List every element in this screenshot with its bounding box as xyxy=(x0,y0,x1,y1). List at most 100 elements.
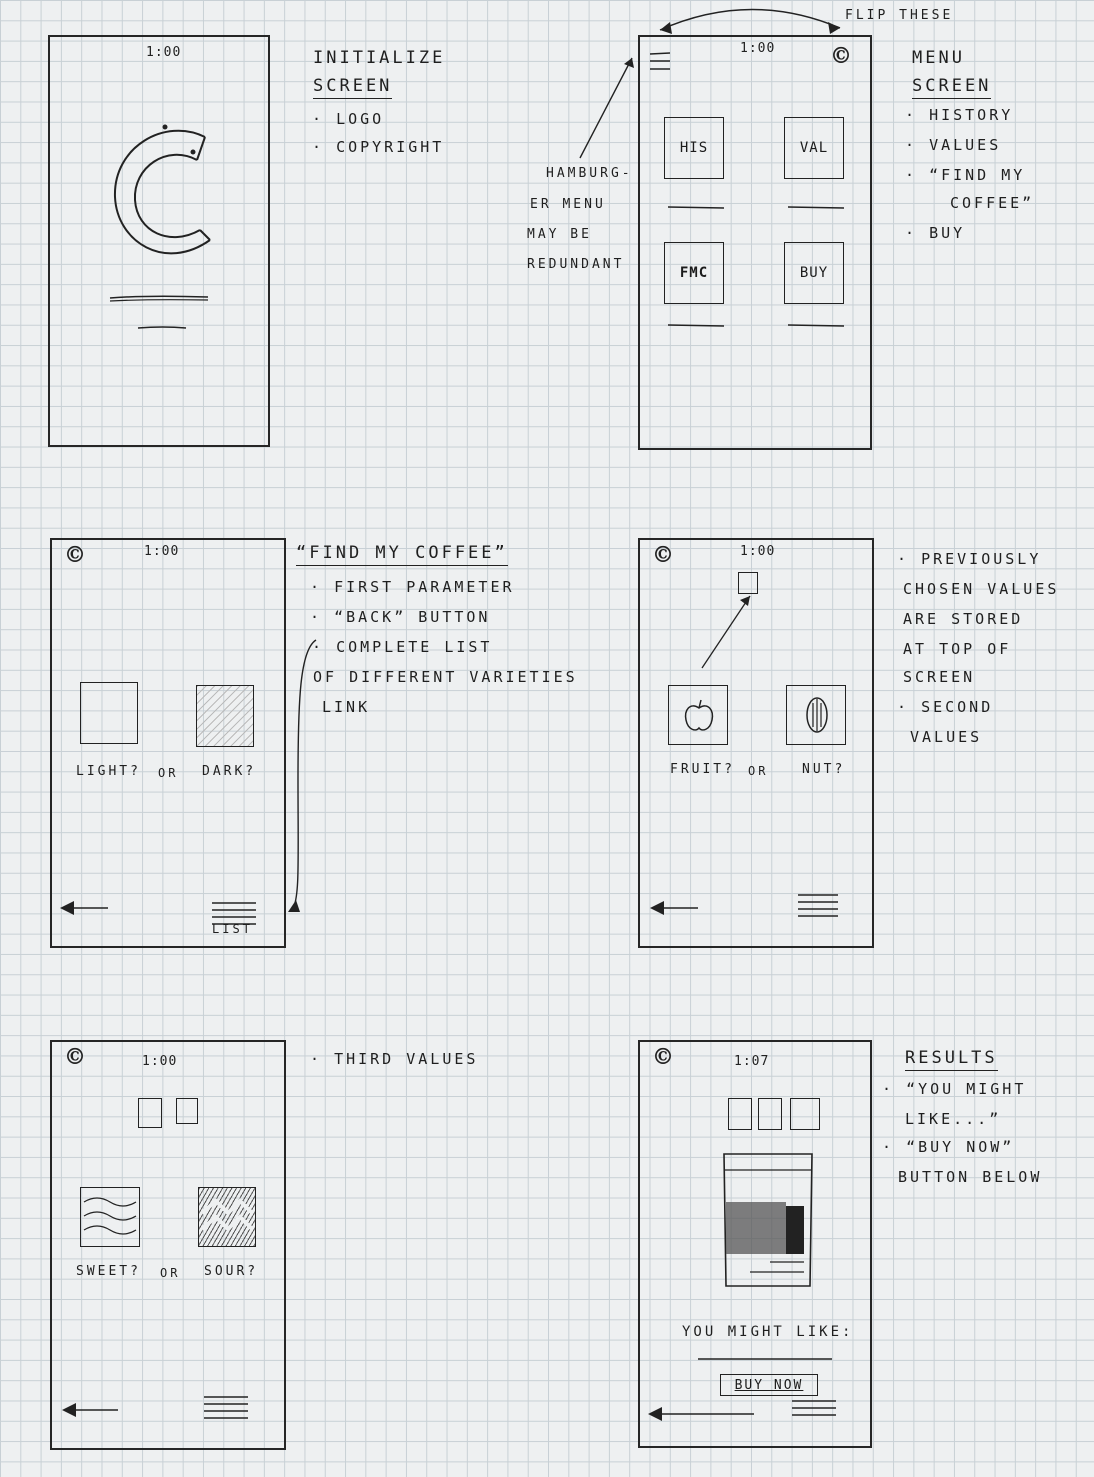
note-bullet: · Buy xyxy=(905,224,966,242)
note-text: of different varieties xyxy=(313,668,578,686)
note-text: screen xyxy=(903,668,976,686)
note-bullet: · Copyright xyxy=(312,138,445,156)
hamburger-annotation: er menu xyxy=(530,197,606,212)
coffee-logo-icon xyxy=(113,124,211,255)
logo-icon: © xyxy=(652,1044,674,1070)
note-text: Copyright xyxy=(336,138,445,156)
logo-icon: © xyxy=(64,542,86,568)
dark-option[interactable] xyxy=(196,685,254,747)
note-text: “Back” button xyxy=(334,608,491,626)
status-time: 1:00 xyxy=(740,41,776,56)
history-button[interactable]: HIS xyxy=(664,117,724,179)
note-text: History xyxy=(929,106,1014,124)
list-label[interactable]: List xyxy=(212,922,253,936)
note-bullet: · Values xyxy=(905,136,1002,154)
logo-icon: © xyxy=(830,43,852,69)
note-text: coffee” xyxy=(950,194,1035,212)
list-icon[interactable] xyxy=(796,892,842,920)
back-arrow-icon[interactable] xyxy=(648,898,700,918)
note-text: link xyxy=(322,698,371,716)
status-time: 1:00 xyxy=(142,1054,178,1069)
option-label-dark: Dark? xyxy=(202,764,257,779)
hamburger-annotation: may be xyxy=(527,227,592,242)
result-text: You might like: xyxy=(682,1324,854,1340)
note-text: Buy xyxy=(929,224,966,242)
coffee-bag-icon xyxy=(723,1153,813,1287)
screen-third-values: © 1:00 Sweet? or Sour? xyxy=(50,1040,286,1450)
note-bullet: · Complete list xyxy=(312,638,493,656)
note-text: Previously xyxy=(921,550,1042,568)
button-label: VAL xyxy=(799,140,829,156)
result-name-line xyxy=(698,1358,832,1360)
note-text: Second xyxy=(921,698,994,716)
stored-value-chip xyxy=(728,1098,752,1130)
screen-find-my-coffee: © 1:00 Light? or Dark? List xyxy=(50,538,286,948)
buy-now-button[interactable]: Buy now xyxy=(720,1374,818,1396)
screen-menu: 1:00 © HIS VAL FMC BUY xyxy=(638,35,872,450)
values-button[interactable]: VAL xyxy=(784,117,844,179)
light-option[interactable] xyxy=(80,682,138,744)
note-text: “You might xyxy=(906,1080,1027,1098)
note-bullet: · History xyxy=(905,106,1014,124)
nut-icon xyxy=(806,697,828,733)
back-arrow-icon[interactable] xyxy=(646,1404,756,1424)
note-text: button below xyxy=(898,1168,1043,1186)
back-arrow-icon[interactable] xyxy=(58,898,110,918)
button-label: Buy now xyxy=(734,1377,804,1393)
stored-value-chip xyxy=(738,572,758,594)
option-label-sour: Sour? xyxy=(204,1264,259,1279)
status-time: 1:07 xyxy=(734,1054,770,1069)
note-text: chosen values xyxy=(903,580,1060,598)
notes-title: Screen xyxy=(912,76,992,99)
option-label-sweet: Sweet? xyxy=(76,1264,141,1279)
stored-value-chip xyxy=(176,1098,198,1124)
flip-annotation: Flip these xyxy=(845,8,954,23)
note-bullet: · “Find my xyxy=(905,166,1026,184)
screen-results: © 1:07 You might like: Buy now xyxy=(638,1040,872,1448)
list-icon[interactable] xyxy=(202,1394,252,1422)
note-text: Third values xyxy=(334,1050,479,1068)
notes-title: Initialize xyxy=(313,48,446,68)
note-text: “Buy now” xyxy=(906,1138,1015,1156)
note-bullet: · “You might xyxy=(882,1080,1027,1098)
zigzag-icon xyxy=(200,1198,254,1232)
notes-title: Menu xyxy=(912,48,965,68)
notes-title: “Find my coffee” xyxy=(296,543,508,566)
arrowhead xyxy=(660,22,672,34)
note-bullet: · Previously xyxy=(897,550,1042,568)
menu-caption-lines xyxy=(667,206,845,327)
back-arrow-icon[interactable] xyxy=(60,1400,120,1420)
note-text: Complete list xyxy=(336,638,493,656)
notes-title: Screen xyxy=(313,76,393,99)
screen-second-values: © 1:00 Fruit? or Nut? xyxy=(638,538,874,948)
logo-icon: © xyxy=(64,1044,86,1070)
arrowhead xyxy=(828,22,840,34)
hamburger-annotation: redundant xyxy=(527,257,625,272)
status-time: 1:00 xyxy=(740,544,776,559)
stored-value-chip xyxy=(138,1098,162,1128)
note-text: First parameter xyxy=(334,578,515,596)
status-time: 1:00 xyxy=(144,544,180,559)
status-time: 1:00 xyxy=(146,45,182,60)
apple-icon xyxy=(684,699,714,731)
option-label-or: or xyxy=(158,766,179,780)
note-text: like...” xyxy=(905,1110,1002,1128)
notes-title: Results xyxy=(905,1048,998,1071)
list-icon[interactable] xyxy=(790,1398,840,1424)
note-text: are stored xyxy=(903,610,1024,628)
note-bullet: · “Buy now” xyxy=(882,1138,1015,1156)
note-bullet: · Second xyxy=(897,698,994,716)
option-label-nut: Nut? xyxy=(802,762,846,777)
note-bullet: · First parameter xyxy=(310,578,515,596)
screen-initialize: 1:00 xyxy=(48,35,270,447)
option-label-or: or xyxy=(160,1266,181,1280)
wave-icon xyxy=(83,1197,137,1235)
hamburger-annotation: Hamburg- xyxy=(546,166,633,181)
option-label-or: or xyxy=(748,764,769,778)
option-label-light: Light? xyxy=(76,764,141,779)
button-label: HIS xyxy=(679,140,709,156)
stored-value-chip xyxy=(790,1098,820,1130)
note-bullet: · Third values xyxy=(310,1050,479,1068)
hamburger-menu-icon[interactable] xyxy=(648,51,674,73)
note-text: “Find my xyxy=(929,166,1026,184)
